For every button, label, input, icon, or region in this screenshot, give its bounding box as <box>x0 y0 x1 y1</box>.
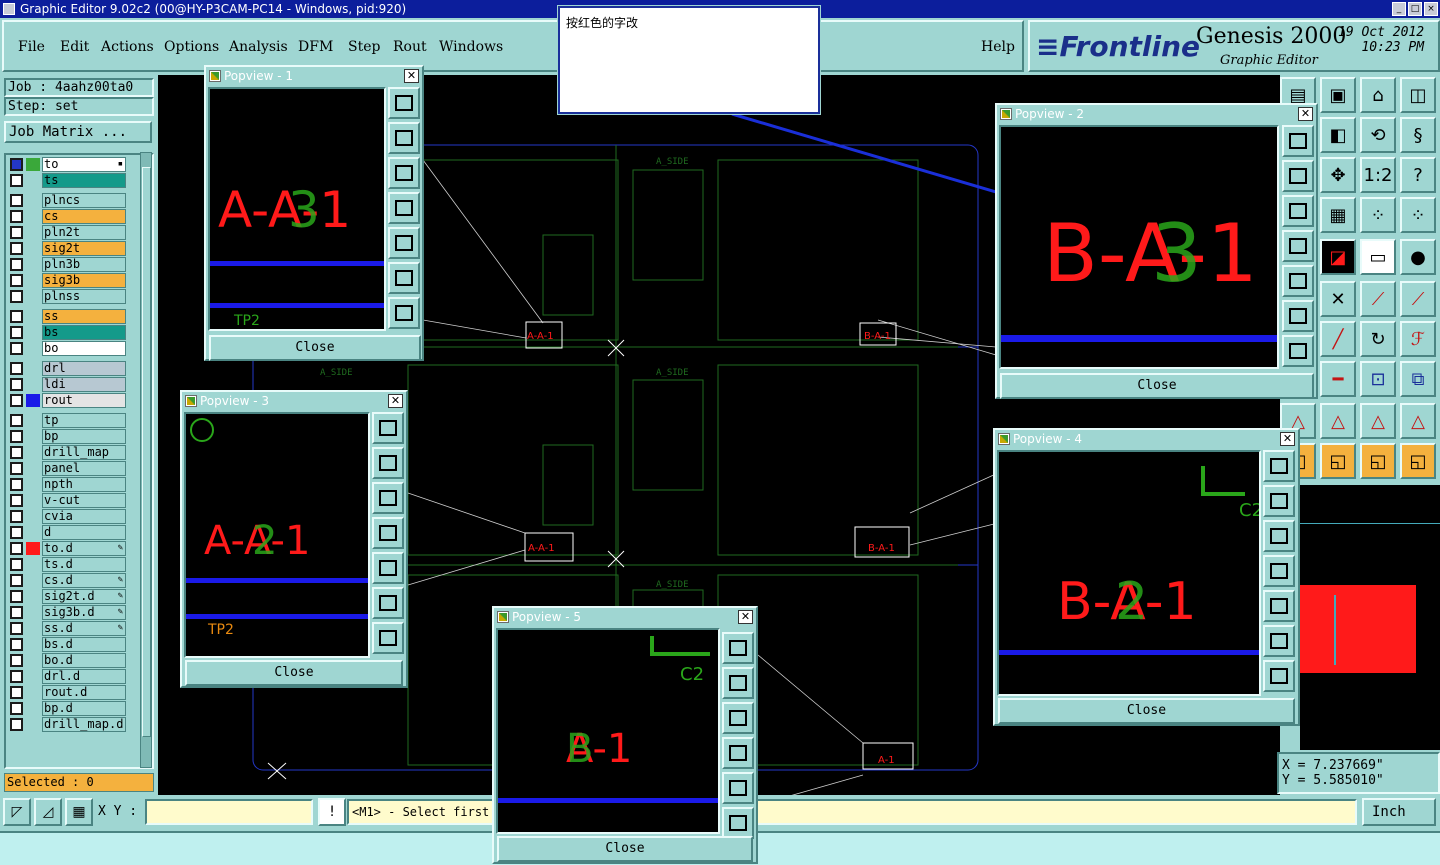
popview-1-view[interactable]: A-A-1 3 TP2 <box>208 87 386 331</box>
popview-4-title: Popview - 4 <box>1013 432 1082 446</box>
zoom-home-icon[interactable] <box>388 87 420 119</box>
trace-line <box>210 303 384 308</box>
zoom-out-icon[interactable] <box>388 157 420 189</box>
move-icon[interactable] <box>388 297 420 329</box>
popview-4-close-button[interactable]: Close <box>998 698 1295 724</box>
pan-left-icon[interactable] <box>1263 555 1295 587</box>
close-icon[interactable]: ✕ <box>1298 107 1313 121</box>
popview-5-titlebar[interactable]: Popview - 5 ✕ <box>494 608 756 626</box>
zoom-home-icon[interactable] <box>1282 125 1314 157</box>
close-icon[interactable]: ✕ <box>388 394 403 408</box>
zoom-out-icon[interactable] <box>1263 520 1295 552</box>
zoom-in-icon[interactable] <box>722 667 754 699</box>
silk-corner <box>1201 466 1245 496</box>
popview-2-titlebar[interactable]: Popview - 2 ✕ <box>997 105 1316 123</box>
fit-icon[interactable] <box>1263 625 1295 657</box>
pan-right-icon[interactable] <box>1263 590 1295 622</box>
trace-line <box>498 798 718 803</box>
annotation-note: 按红色的字改 <box>558 6 820 114</box>
popview-2-green-text: 3 <box>1151 207 1202 300</box>
popview-1-tp: TP2 <box>234 313 260 329</box>
popview-5-view[interactable]: C2 A-1 B <box>496 628 720 834</box>
move-icon[interactable] <box>372 622 404 654</box>
zoom-out-icon[interactable] <box>372 482 404 514</box>
popview-3-titlebar[interactable]: Popview - 3 ✕ <box>182 392 406 410</box>
popview-5[interactable]: Popview - 5 ✕ C2 A-1 B Close <box>492 606 758 864</box>
popview-4[interactable]: Popview - 4 ✕ C2 B-A-1 2 Close <box>993 428 1300 726</box>
popview-3-title: Popview - 3 <box>200 394 269 408</box>
popview-3-tp: TP2 <box>208 622 234 638</box>
popview-icon <box>185 395 197 407</box>
trace-line <box>186 614 368 619</box>
zoom-home-icon[interactable] <box>1263 450 1295 482</box>
move-icon[interactable] <box>1282 335 1314 367</box>
trace-line <box>1001 335 1277 342</box>
popview-1-red-text: A-A-1 <box>218 181 352 239</box>
zoom-home-icon[interactable] <box>372 412 404 444</box>
popview-5-close-button[interactable]: Close <box>497 836 753 862</box>
popview-2-view[interactable]: B-A-1 3 <box>999 125 1279 369</box>
close-icon[interactable]: ✕ <box>738 610 753 624</box>
pan-right-icon[interactable] <box>372 552 404 584</box>
close-icon[interactable]: ✕ <box>404 69 419 83</box>
fit-icon[interactable] <box>722 807 754 839</box>
popview-5-c2: C2 <box>680 664 705 685</box>
pan-right-icon[interactable] <box>388 227 420 259</box>
popview-4-green-text: 2 <box>1115 572 1149 632</box>
zoom-in-icon[interactable] <box>388 122 420 154</box>
close-icon[interactable]: ✕ <box>1280 432 1295 446</box>
popview-3-green-text: 2 <box>252 518 278 564</box>
fit-icon[interactable] <box>1282 300 1314 332</box>
popview-2[interactable]: Popview - 2 ✕ B-A-1 3 Close <box>995 103 1318 399</box>
pan-left-icon[interactable] <box>1282 230 1314 262</box>
popview-1-green-text: 3 <box>288 181 320 239</box>
fit-icon[interactable] <box>388 262 420 294</box>
pan-left-icon[interactable] <box>722 737 754 769</box>
trace-line <box>210 261 384 266</box>
popview-5-green-text: B <box>566 726 594 772</box>
pan-left-icon[interactable] <box>388 192 420 224</box>
via-circle <box>190 418 214 442</box>
zoom-in-icon[interactable] <box>1263 485 1295 517</box>
trace-line <box>999 650 1259 655</box>
popview-icon <box>998 433 1010 445</box>
pan-right-icon[interactable] <box>722 772 754 804</box>
pan-left-icon[interactable] <box>372 517 404 549</box>
silk-corner <box>650 636 710 656</box>
zoom-in-icon[interactable] <box>1282 160 1314 192</box>
popview-1[interactable]: Popview - 1 ✕ A-A-1 3 TP2 Close <box>204 65 424 361</box>
pan-right-icon[interactable] <box>1282 265 1314 297</box>
zoom-out-icon[interactable] <box>722 702 754 734</box>
zoom-out-icon[interactable] <box>1282 195 1314 227</box>
trace-line <box>186 578 368 583</box>
fit-icon[interactable] <box>372 587 404 619</box>
move-icon[interactable] <box>1263 660 1295 692</box>
popview-icon <box>497 611 509 623</box>
zoom-home-icon[interactable] <box>722 632 754 664</box>
popview-3-close-button[interactable]: Close <box>185 660 403 686</box>
popview-1-title: Popview - 1 <box>224 69 293 83</box>
popview-5-title: Popview - 5 <box>512 610 581 624</box>
popview-1-close-button[interactable]: Close <box>209 335 421 361</box>
popview-1-titlebar[interactable]: Popview - 1 ✕ <box>206 67 422 85</box>
popview-icon <box>1000 108 1012 120</box>
zoom-in-icon[interactable] <box>372 447 404 479</box>
popview-3[interactable]: Popview - 3 ✕ A-A-1 2 TP2 Close <box>180 390 408 688</box>
popview-3-view[interactable]: A-A-1 2 TP2 <box>184 412 370 658</box>
popview-2-title: Popview - 2 <box>1015 107 1084 121</box>
popview-2-close-button[interactable]: Close <box>1000 373 1314 399</box>
popview-4-c2: C2 <box>1239 500 1261 521</box>
popview-icon <box>209 70 221 82</box>
popview-4-titlebar[interactable]: Popview - 4 ✕ <box>995 430 1298 448</box>
popview-4-view[interactable]: C2 B-A-1 2 <box>997 450 1261 696</box>
